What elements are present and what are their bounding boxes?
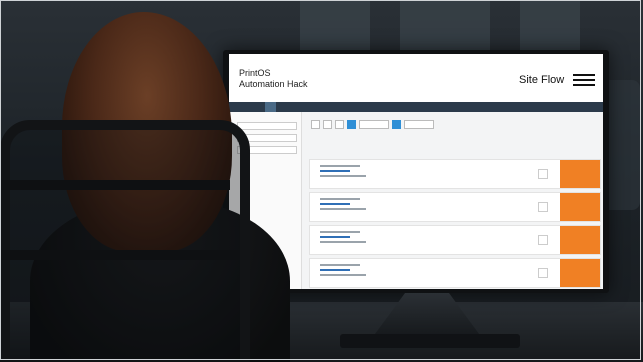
toolbar-button[interactable] [311,119,320,129]
app-header: PrintOS Automation Hack Site Flow [229,54,603,102]
order-row[interactable] [309,159,601,189]
order-link-bar [320,203,350,205]
toolbar-button-active[interactable] [347,119,356,129]
order-detail-bar [320,208,366,210]
office-chair [0,120,250,362]
order-action-button[interactable] [560,160,600,188]
toolbar-button-active[interactable] [392,119,401,129]
toolbar-button[interactable] [323,119,332,129]
product-title: Site Flow [519,74,565,86]
order-link-bar [320,236,350,238]
order-detail-bar [320,175,366,177]
order-action-button[interactable] [560,259,600,287]
order-title-bar [320,231,360,233]
order-detail-bar [320,274,366,276]
order-action-button[interactable] [560,193,600,221]
brand-line-1: PrintOS [239,68,271,78]
toolbar-button[interactable] [335,119,344,129]
order-title-bar [320,165,360,167]
toolbar [311,119,434,129]
nav-item[interactable] [239,102,244,112]
chair-frame [0,250,240,260]
order-title-bar [320,264,360,266]
brand: PrintOS Automation Hack [239,68,308,90]
monitor-screen: PrintOS Automation Hack Site Flow [229,54,603,289]
brand-line-2: Automation Hack [239,79,308,89]
nav-item-active[interactable] [265,102,276,112]
order-row[interactable] [309,225,601,255]
order-count-box [538,169,548,179]
monitor-stand [372,293,482,338]
order-link-bar [320,170,350,172]
toolbar-select[interactable] [359,119,389,129]
nav-bar [229,102,603,112]
order-link-bar [320,269,350,271]
order-title-bar [320,198,360,200]
toolbar-select[interactable] [404,119,434,129]
nav-item[interactable] [252,102,257,112]
order-action-button[interactable] [560,226,600,254]
nav-item[interactable] [284,102,289,112]
order-row[interactable] [309,192,601,222]
order-count-box [538,268,548,278]
hamburger-menu-icon[interactable] [573,74,595,86]
chair-frame [0,180,230,190]
order-count-box [538,202,548,212]
order-count-box [538,235,548,245]
monitor-base [340,334,520,348]
order-detail-bar [320,241,366,243]
photo-scene: PrintOS Automation Hack Site Flow [0,0,643,362]
order-row[interactable] [309,258,601,288]
nav-item[interactable] [297,102,302,112]
nav-item[interactable] [310,102,315,112]
filter-field[interactable] [237,122,297,130]
